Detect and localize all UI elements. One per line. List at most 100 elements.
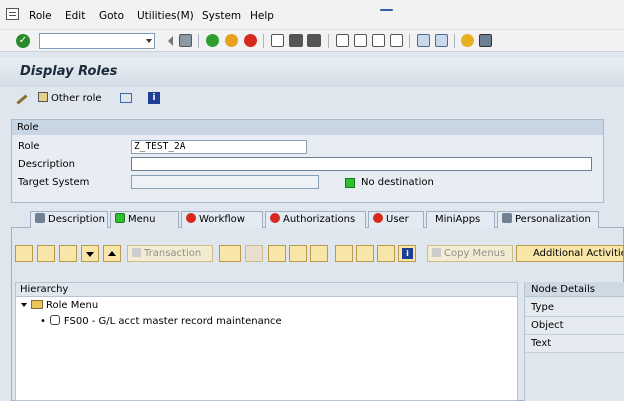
tab-description[interactable]: Description [30, 211, 108, 228]
move-down-button[interactable] [81, 245, 99, 262]
menu-edit[interactable]: Edit [65, 10, 85, 22]
tab-personalization[interactable]: Personalization [497, 211, 599, 228]
toolbar-separator [198, 34, 199, 48]
command-field[interactable] [39, 33, 155, 49]
print-icon[interactable] [356, 245, 374, 262]
triangle-down-icon [86, 252, 94, 257]
transaction-label: Transaction [144, 248, 202, 259]
next-page-icon[interactable] [372, 34, 385, 47]
hierarchy-tree: Hierarchy Role Menu • FS00 - G/L acct mas… [15, 282, 518, 401]
transaction-button[interactable]: Transaction [127, 245, 213, 262]
info-icon: i [402, 248, 413, 259]
more-button[interactable] [245, 245, 263, 262]
tab-authorizations-label: Authorizations [283, 214, 356, 225]
copy-menus-label: Copy Menus [444, 248, 506, 259]
zoom-icon[interactable] [335, 245, 353, 262]
menu-goto[interactable]: Goto [99, 10, 124, 22]
tab-workflow[interactable]: Workflow [181, 211, 263, 228]
cancel-icon[interactable] [244, 34, 257, 47]
target-system-field[interactable] [131, 175, 319, 189]
destination-status: No destination [361, 177, 434, 188]
hierarchy-header: Hierarchy [16, 283, 517, 297]
back-arrow-icon[interactable] [163, 36, 173, 46]
red-status-icon [270, 213, 280, 223]
hierarchy-icon [120, 93, 132, 103]
toolbar-separator [409, 34, 410, 48]
chevron-down-icon[interactable] [146, 39, 152, 43]
copy-icon [432, 248, 441, 257]
toolbar-separator [263, 34, 264, 48]
enter-icon[interactable]: ✓ [16, 34, 30, 48]
menu-system[interactable]: System [202, 10, 241, 22]
tab-authorizations[interactable]: Authorizations [265, 211, 366, 228]
save-menu-icon[interactable] [59, 245, 77, 262]
documentation-icon[interactable] [377, 245, 395, 262]
role-field[interactable]: Z_TEST_2A [131, 140, 307, 154]
green-status-icon [115, 213, 125, 223]
layout-menu-icon[interactable] [479, 34, 492, 47]
triangle-up-icon [108, 251, 116, 256]
system-menu-icon[interactable] [6, 8, 19, 20]
hierarchy-button[interactable] [120, 91, 134, 106]
info-button[interactable]: i [398, 245, 416, 262]
save-icon[interactable] [179, 34, 192, 47]
tab-description-label: Description [48, 214, 105, 225]
last-page-icon[interactable] [390, 34, 403, 47]
tab-menu[interactable]: Menu [110, 211, 179, 228]
personalization-tab-icon [502, 213, 512, 223]
transaction-icon [132, 248, 141, 257]
description-label: Description [18, 159, 75, 170]
transaction-icon [49, 315, 60, 325]
page-title: Display Roles [20, 64, 118, 79]
find-next-icon[interactable] [289, 245, 307, 262]
tab-menu-label: Menu [128, 214, 156, 225]
menu-utilities[interactable]: Utilities(M) [137, 10, 194, 22]
bullet-icon: • [40, 316, 46, 327]
find-icon[interactable] [289, 34, 303, 47]
additional-activities-label: Additional Activities [533, 248, 624, 259]
tab-miniapps[interactable]: MiniApps [426, 211, 495, 228]
tab-user[interactable]: User [368, 211, 424, 228]
role-menu-icon[interactable] [15, 245, 33, 262]
move-up-button[interactable] [103, 245, 121, 262]
node-detail-text: Text [525, 335, 624, 353]
shortcut-icon[interactable] [435, 34, 448, 47]
copy-menus-button[interactable]: Copy Menus [427, 245, 513, 262]
red-status-icon [186, 213, 196, 223]
exit-icon[interactable] [225, 34, 238, 47]
role-label: Role [18, 141, 40, 152]
tree-node-role-menu[interactable]: Role Menu [21, 300, 98, 311]
display-change-button[interactable] [16, 91, 31, 106]
menu-help[interactable]: Help [250, 10, 274, 22]
standard-toolbar: ✓ [0, 30, 624, 52]
node-detail-type: Type [525, 299, 624, 317]
application-toolbar: Other role i [0, 87, 624, 109]
tree-node-transaction[interactable]: • FS00 - G/L acct master record maintenan… [40, 315, 282, 327]
description-field[interactable] [131, 157, 592, 171]
menu-role[interactable]: Role [29, 10, 52, 22]
back-icon[interactable] [206, 34, 219, 47]
report-button[interactable] [219, 245, 241, 262]
first-page-icon[interactable] [336, 34, 349, 47]
folder-icon [31, 300, 43, 309]
additional-activities-button[interactable]: Additional Activities [516, 245, 624, 262]
print-icon[interactable] [271, 34, 284, 47]
tree-node-label: FS00 - G/L acct master record maintenanc… [63, 316, 282, 327]
find-icon[interactable] [268, 245, 286, 262]
other-role-button[interactable]: Other role [38, 91, 102, 106]
tab-workflow-label: Workflow [199, 214, 245, 225]
expand-icon[interactable] [21, 303, 27, 307]
node-detail-object: Object [525, 317, 624, 335]
tab-personalization-label: Personalization [515, 214, 591, 225]
details-icon[interactable] [310, 245, 328, 262]
node-details-panel: Node Details Type Object Text [524, 282, 624, 401]
previous-page-icon[interactable] [354, 34, 367, 47]
new-session-icon[interactable] [417, 34, 430, 47]
title-bar: Display Roles [0, 58, 624, 87]
info-button[interactable]: i [148, 91, 161, 106]
minimize-indicator-icon[interactable] [380, 9, 393, 11]
find-next-icon[interactable] [307, 34, 321, 47]
role-group-box: Role Role Z_TEST_2A Description Target S… [11, 119, 604, 203]
help-icon[interactable] [461, 34, 474, 47]
folder-icon[interactable] [37, 245, 55, 262]
